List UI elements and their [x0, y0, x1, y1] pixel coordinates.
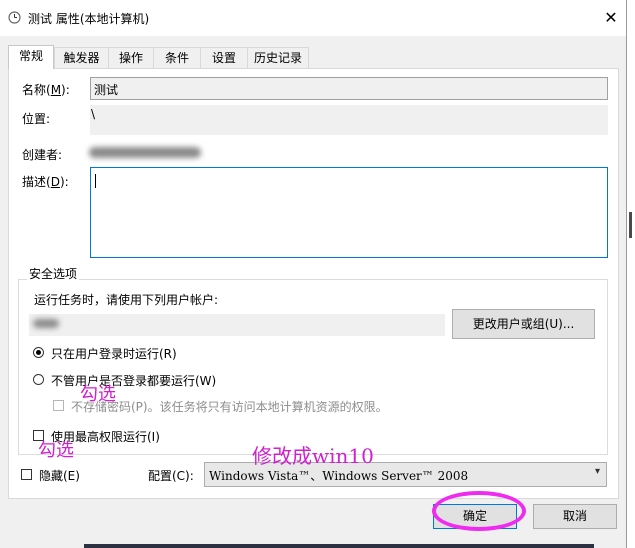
user-account-redacted [33, 319, 59, 328]
tab-general[interactable]: 常规 [8, 45, 54, 69]
no-store-password-label: 不存储密码(P)。该任务将只有访问本地计算机资源的权限。 [71, 400, 388, 414]
tab-settings[interactable]: 设置 [200, 47, 248, 68]
background-mark [629, 212, 632, 238]
tab-conditions[interactable]: 条件 [153, 47, 201, 68]
name-value: 测试 [94, 83, 119, 97]
hidden-checkbox[interactable] [21, 469, 32, 480]
hidden-label: 隐藏(E) [39, 469, 80, 483]
cancel-button[interactable]: 取消 [533, 504, 617, 529]
location-label: 位置: [22, 112, 51, 126]
general-tab-panel: 名称(M): 测试 位置: \ 创建者: 描述(D): 安全选项 运行任务时，请… [8, 68, 619, 499]
tab-history[interactable]: 历史记录 [247, 47, 309, 68]
configure-for-value: Windows Vista™、Windows Server™ 2008 [209, 469, 469, 483]
close-icon: ✕ [604, 8, 618, 27]
window-title: 测试 属性(本地计算机) [28, 12, 150, 26]
taskbar-edge [84, 544, 594, 548]
location-value: \ [91, 107, 96, 121]
background-strip [627, 0, 635, 548]
change-user-button[interactable]: 更改用户或组(U)... [452, 309, 595, 339]
name-field[interactable]: 测试 [90, 77, 608, 100]
run-only-logged-on-label: 只在用户登录时运行(R) [51, 347, 177, 361]
run-only-logged-on-radio[interactable] [33, 347, 44, 358]
configure-label: 配置(C): [148, 469, 194, 483]
annotation-check-note-1: 勾选 [80, 384, 116, 405]
author-label: 创建者: [22, 148, 63, 162]
run-whether-logged-on-radio[interactable] [33, 374, 44, 385]
location-field: \ [90, 105, 608, 135]
run-as-prompt: 运行任务时，请使用下列用户帐户: [34, 293, 219, 307]
text-caret [95, 174, 96, 188]
close-button[interactable]: ✕ [596, 6, 626, 30]
author-value-redacted [89, 147, 201, 158]
description-label: 描述(D): [22, 175, 69, 189]
no-store-password-checkbox[interactable] [53, 400, 64, 411]
description-input[interactable] [90, 167, 608, 258]
run-whether-logged-on-label: 不管用户是否登录都要运行(W) [51, 374, 217, 388]
run-as-user-field [29, 314, 445, 336]
tab-triggers[interactable]: 触发器 [54, 47, 109, 68]
annotation-change-note: 修改成win10 [252, 444, 374, 468]
title-bar: 测试 属性(本地计算机) ✕ [0, 0, 626, 36]
clock-icon [8, 11, 21, 24]
name-label: 名称(M): [22, 83, 70, 97]
chevron-down-icon: ▾ [594, 466, 600, 477]
tab-actions[interactable]: 操作 [108, 47, 154, 68]
annotation-highlight-oval [432, 491, 526, 531]
tab-strip: 常规 触发器 操作 条件 设置 历史记录 [8, 45, 608, 69]
security-options-title: 安全选项 [27, 265, 80, 282]
annotation-check-note-2: 勾选 [38, 440, 74, 461]
